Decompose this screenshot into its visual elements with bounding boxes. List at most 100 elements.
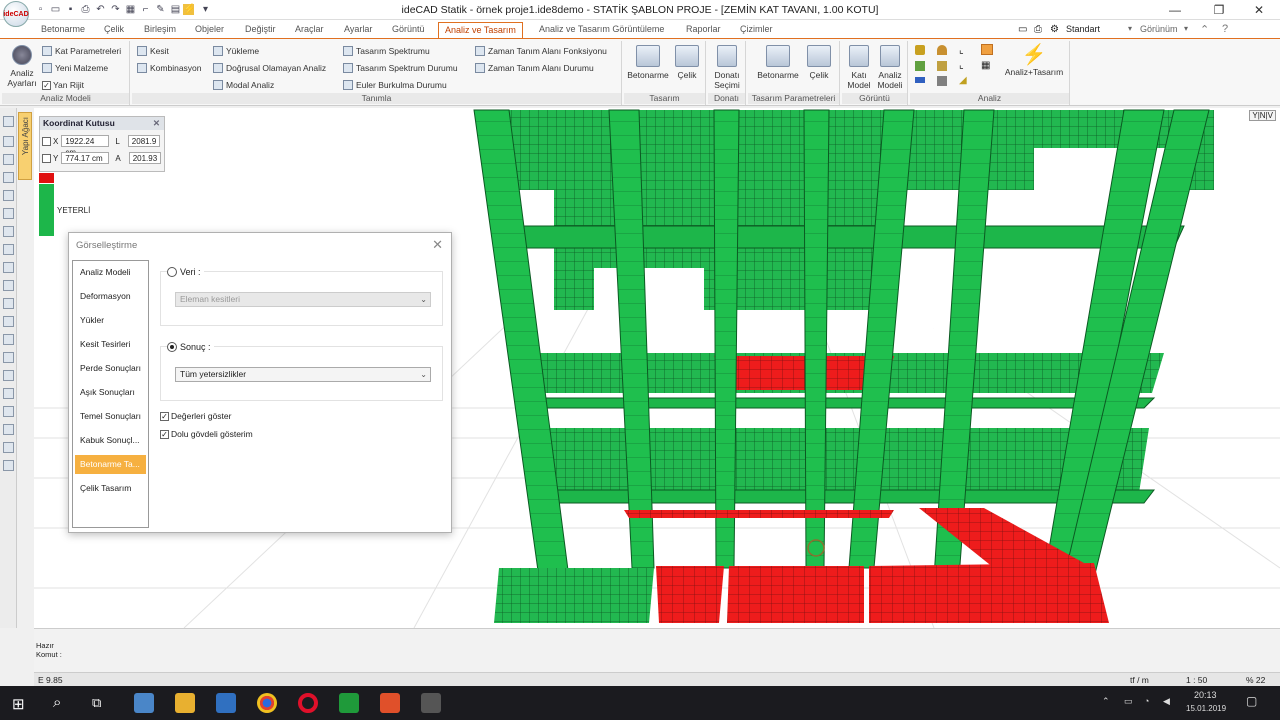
viewcube[interactable]: Y|N|V — [1249, 110, 1276, 121]
camera-tool-icon[interactable] — [3, 442, 14, 453]
clock-time[interactable]: 20:13 — [1194, 690, 1217, 700]
celik-tasarim-button[interactable]: Çelik — [672, 45, 702, 80]
modal-analiz-button[interactable]: Modal Analiz — [213, 80, 274, 90]
kombinasyon-button[interactable]: Kombinasyon — [137, 63, 202, 73]
tab-raporlar[interactable]: Raporlar — [680, 22, 727, 38]
highlighted-tool-icon[interactable] — [981, 44, 993, 55]
connection-tool-icon[interactable] — [3, 388, 14, 399]
truss-tool-icon[interactable] — [3, 370, 14, 381]
tab-cizimler[interactable]: Çizimler — [734, 22, 779, 38]
load-tool-icon[interactable] — [3, 334, 14, 345]
tasarim-spektrum-durumu-button[interactable]: Tasarım Spektrum Durumu — [343, 63, 458, 73]
y-field[interactable]: 774.17 cm — [61, 152, 110, 164]
rebar-tool-icon[interactable] — [3, 406, 14, 417]
report-tool-icon[interactable] — [3, 460, 14, 471]
betonarme-parametre-button[interactable]: Betonarme — [754, 45, 802, 80]
tab-birlesim[interactable]: Birleşim — [138, 22, 182, 38]
tab-ayarlar[interactable]: Ayarlar — [338, 22, 378, 38]
search-icon[interactable]: ⌕ — [53, 694, 61, 711]
column-tool-icon[interactable] — [3, 136, 14, 147]
kat-parametreleri-button[interactable]: Kat Parametreleri — [42, 46, 121, 56]
camtasia-icon[interactable] — [339, 693, 359, 713]
euler-burkulma-durumu-button[interactable]: Euler Burkulma Durumu — [343, 80, 447, 90]
maximize-button[interactable]: ❐ — [1204, 2, 1234, 18]
foundation-tool-icon[interactable] — [3, 262, 14, 273]
a-field[interactable]: 201.93 — [128, 152, 161, 164]
close-button[interactable]: ✕ — [1244, 2, 1274, 18]
donati-secimi-button[interactable]: Donatı Seçimi — [710, 45, 744, 90]
analiz-modeli-button[interactable]: Analiz Modeli — [874, 45, 906, 90]
tab-analiz-ve-tasarim[interactable]: Analiz ve Tasarım — [438, 22, 523, 38]
app-logo[interactable]: ideCAD — [3, 1, 29, 27]
text-tool-icon[interactable] — [3, 316, 14, 327]
tab-betonarme[interactable]: Betonarme — [35, 22, 91, 38]
kesit-button[interactable]: Kesit — [137, 46, 169, 56]
idecad-taskbar-icon[interactable] — [421, 693, 441, 713]
nav-deformasyon[interactable]: Deformasyon — [75, 287, 146, 306]
view-dropdown-icon[interactable]: ▾ — [1184, 24, 1188, 33]
clock-date[interactable]: 15.01.2019 — [1186, 704, 1226, 713]
mesh-icon[interactable] — [915, 61, 925, 71]
yeni-malzeme-button[interactable]: Yeni Malzeme — [42, 63, 108, 73]
nav-kesit-tesirleri[interactable]: Kesit Tesirleri — [75, 335, 146, 354]
recorder-icon[interactable] — [380, 693, 400, 713]
sonuc-select[interactable]: Tüm yetersizlikler ⌄ — [175, 367, 431, 382]
battery-icon[interactable]: ▭ — [1124, 696, 1133, 707]
yapi-agaci-tab[interactable]: Yapı Ağacı — [18, 112, 32, 180]
nav-analiz-modeli[interactable]: Analiz Modeli — [75, 263, 146, 282]
yukleme-button[interactable]: Yükleme — [213, 46, 259, 56]
notifications-icon[interactable]: ▢ — [1246, 694, 1257, 708]
wifi-icon[interactable]: ◔ — [1144, 696, 1149, 706]
zaman-tanim-alani-durumu-button[interactable]: Zaman Tanım Alanı Durumu — [475, 63, 594, 73]
tab-objeler[interactable]: Objeler — [189, 22, 230, 38]
zoom-readout[interactable]: % 22 — [1246, 675, 1265, 685]
tab-degistir[interactable]: Değiştir — [239, 22, 282, 38]
veri-radio[interactable]: Veri : — [167, 267, 204, 277]
steel-tool-icon[interactable] — [3, 352, 14, 363]
chrome-icon[interactable] — [257, 693, 277, 713]
window-tool-icon[interactable] — [3, 244, 14, 255]
nav-kabuk-sonuclari[interactable]: Kabuk Sonuçl... — [75, 431, 146, 450]
select-tool-icon[interactable] — [3, 116, 14, 127]
degerleri-goster-checkbox[interactable]: ✓ Değerleri göster — [160, 411, 231, 421]
x-field[interactable]: 1922.24 cm — [61, 135, 110, 157]
sonuc-radio[interactable]: Sonuç : — [167, 342, 214, 352]
opera-icon[interactable] — [298, 693, 318, 713]
grid-view-icon[interactable]: ▦ — [981, 60, 990, 71]
nav-yukler[interactable]: Yükler — [75, 311, 146, 330]
task-view-icon[interactable]: ⧉ — [92, 695, 101, 711]
window-icon[interactable]: ▭ — [1018, 24, 1027, 35]
settings-icon[interactable]: ⚙ — [1050, 24, 1059, 35]
analiz-ayarlari-button[interactable]: Analiz Ayarları — [5, 45, 39, 88]
kati-model-button[interactable]: Katı Model — [844, 45, 874, 90]
printer-icon[interactable]: ⎙ — [1034, 24, 1042, 35]
door-tool-icon[interactable] — [3, 226, 14, 237]
axis-icon[interactable]: ⌞ — [959, 45, 964, 56]
frame-icon[interactable]: ⌞ — [959, 60, 964, 71]
style-dropdown-icon[interactable]: ▾ — [1128, 24, 1132, 33]
volume-icon[interactable]: ◀ — [1163, 696, 1170, 707]
x-lock-checkbox[interactable] — [42, 136, 51, 146]
slab-tool-icon[interactable] — [3, 190, 14, 201]
plate-icon[interactable] — [915, 77, 925, 83]
dialog-close-button[interactable]: ✕ — [432, 237, 443, 253]
y-lock-checkbox[interactable] — [42, 153, 51, 163]
yan-rijit-checkbox[interactable]: ✓ Yan Rijit — [42, 80, 84, 90]
command-prompt[interactable]: Komut : — [36, 650, 62, 659]
tab-analiz-ve-tasarim-goruntuleme[interactable]: Analiz ve Tasarım Görüntüleme — [533, 22, 670, 38]
minimize-button[interactable]: — — [1160, 2, 1190, 18]
view-menu[interactable]: Görünüm — [1140, 24, 1178, 34]
paint-app-icon[interactable] — [134, 693, 154, 713]
analysis-tool-icon[interactable] — [915, 45, 925, 55]
file-explorer-icon[interactable] — [175, 693, 195, 713]
stair-tool-icon[interactable] — [3, 208, 14, 219]
tasarim-spektrumu-button[interactable]: Tasarım Spektrumu — [343, 46, 430, 56]
beam-tool-icon[interactable] — [3, 154, 14, 165]
scale-readout[interactable]: 1 : 50 — [1186, 675, 1207, 685]
edit-tool-icon[interactable] — [3, 424, 14, 435]
nav-temel-sonuclari[interactable]: Temel Sonuçları — [75, 407, 146, 426]
close-icon[interactable]: ✕ — [153, 118, 160, 129]
nav-perde-sonuclari[interactable]: Perde Sonuçları — [75, 359, 146, 378]
tab-araclar[interactable]: Araçlar — [289, 22, 330, 38]
dimension-tool-icon[interactable] — [3, 298, 14, 309]
